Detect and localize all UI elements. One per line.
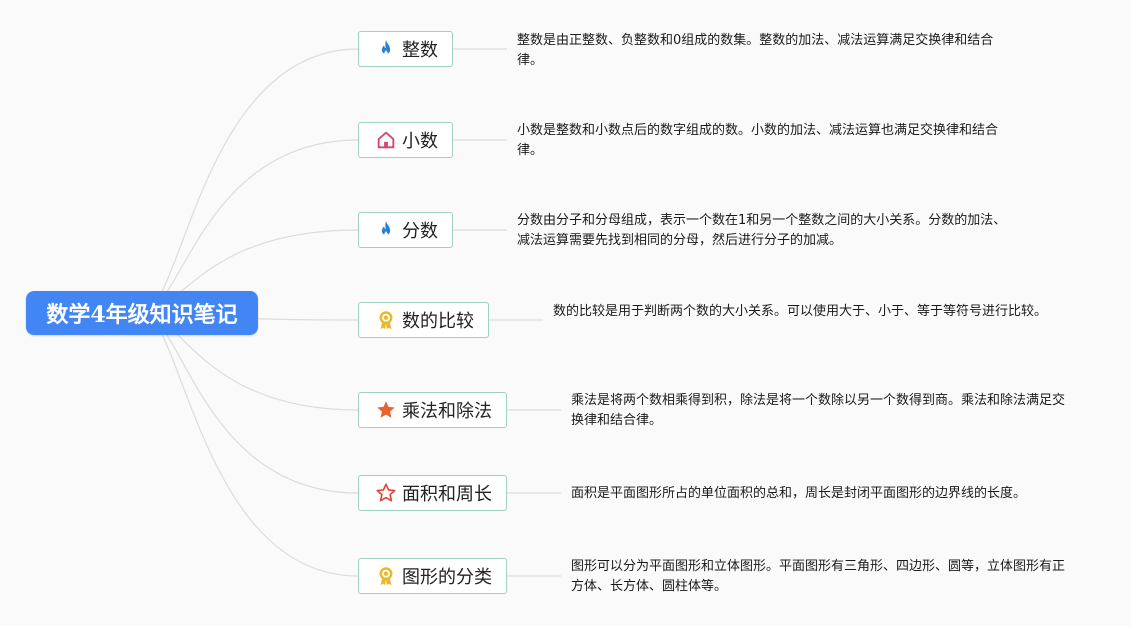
topic-label: 数的比较 <box>402 311 474 332</box>
topic-decimals[interactable]: 小数 <box>358 122 453 158</box>
branch-connector <box>141 312 359 577</box>
topic-label: 图形的分类 <box>402 567 492 588</box>
branch-connector <box>141 139 359 314</box>
topic-multiplication-division[interactable]: 乘法和除法 <box>358 392 507 428</box>
topic-number-comparison[interactable]: 数的比较 <box>358 302 489 338</box>
fire-icon <box>375 38 397 60</box>
topic-shape-classification[interactable]: 图形的分类 <box>358 558 507 594</box>
branch-connector <box>141 48 359 314</box>
topic-note-number-comparison: 数的比较是用于判断两个数的大小关系。可以使用大于、小于、等于等符号进行比较。 <box>553 304 1048 319</box>
topic-note-multiplication-division: 乘法是将两个数相乘得到积，除法是将一个数除以另一个数得到商。乘法和除法满足交换律… <box>571 393 1066 428</box>
topic-note-shape-classification: 图形可以分为平面图形和立体图形。平面图形有三角形、四边形、圆等，立体图形有正方体… <box>571 559 1066 594</box>
house-icon <box>375 129 397 151</box>
topic-label: 面积和周长 <box>402 484 492 505</box>
star-outline-icon <box>375 482 397 504</box>
topic-fractions[interactable]: 分数 <box>358 212 453 248</box>
topic-label: 分数 <box>402 221 438 242</box>
award-ribbon-icon <box>375 565 397 587</box>
topic-note-fractions: 分数由分子和分母组成，表示一个数在1和另一个整数之间的大小关系。分数的加法、减法… <box>517 213 1007 248</box>
award-ribbon-icon <box>375 309 397 331</box>
topic-area-perimeter[interactable]: 面积和周长 <box>358 475 507 511</box>
fire-icon <box>375 219 397 241</box>
topic-note-decimals: 小数是整数和小数点后的数字组成的数。小数的加法、减法运算也满足交换律和结合律。 <box>517 123 999 158</box>
topic-note-area-perimeter: 面积是平面图形所占的单位面积的总和，周长是封闭平面图形的边界线的长度。 <box>571 486 1027 501</box>
branch-connector <box>141 312 359 494</box>
central-topic[interactable]: 数学4年级知识笔记 <box>26 291 258 335</box>
topic-note-integers: 整数是由正整数、负整数和0组成的数集。整数的加法、减法运算满足交换律和结合律。 <box>517 33 994 68</box>
topic-label: 整数 <box>402 40 438 61</box>
topic-integers[interactable]: 整数 <box>358 31 453 67</box>
topic-label: 乘法和除法 <box>402 401 492 422</box>
star-filled-icon <box>375 399 397 421</box>
topic-label: 小数 <box>402 131 438 152</box>
